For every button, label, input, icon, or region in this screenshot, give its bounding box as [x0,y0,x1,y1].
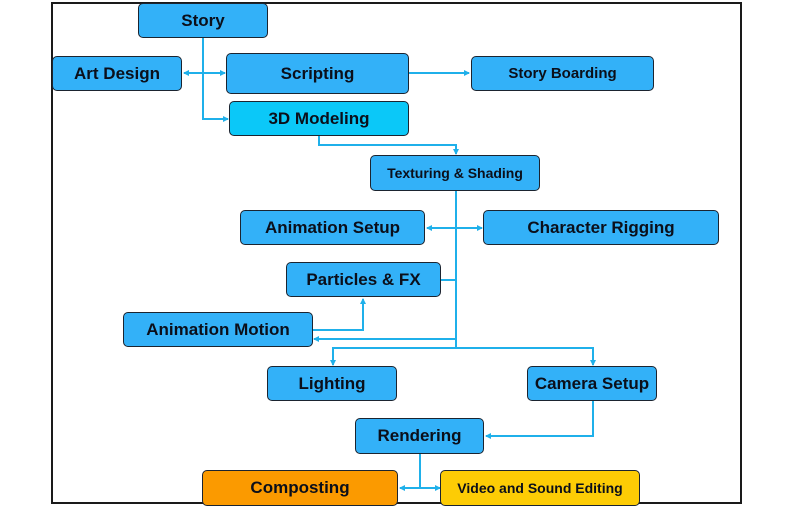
edge-to-camera-setup [456,347,596,366]
edge-motion-to-particles [312,298,366,331]
node-character-rigging[interactable]: Character Rigging [483,210,719,245]
node-story-boarding[interactable]: Story Boarding [471,56,654,91]
node-composting[interactable]: Composting [202,470,398,506]
node-scripting[interactable]: Scripting [226,53,409,94]
node-lighting[interactable]: Lighting [267,366,397,401]
edge-story-trunk [202,37,229,122]
node-texturing-shading[interactable]: Texturing & Shading [370,155,540,191]
node-camera-setup[interactable]: Camera Setup [527,366,657,401]
node-particles-fx[interactable]: Particles & FX [286,262,441,297]
node-art-design[interactable]: Art Design [52,56,182,91]
node-3d-modeling[interactable]: 3D Modeling [229,101,409,136]
node-video-sound-editing[interactable]: Video and Sound Editing [440,470,640,506]
node-rendering[interactable]: Rendering [355,418,484,454]
edge-camera-to-rendering [485,401,594,439]
edge-modeling-to-texturing [318,136,459,155]
node-story[interactable]: Story [138,3,268,38]
node-animation-setup[interactable]: Animation Setup [240,210,425,245]
node-animation-motion[interactable]: Animation Motion [123,312,313,347]
edge-to-lighting [330,347,456,366]
